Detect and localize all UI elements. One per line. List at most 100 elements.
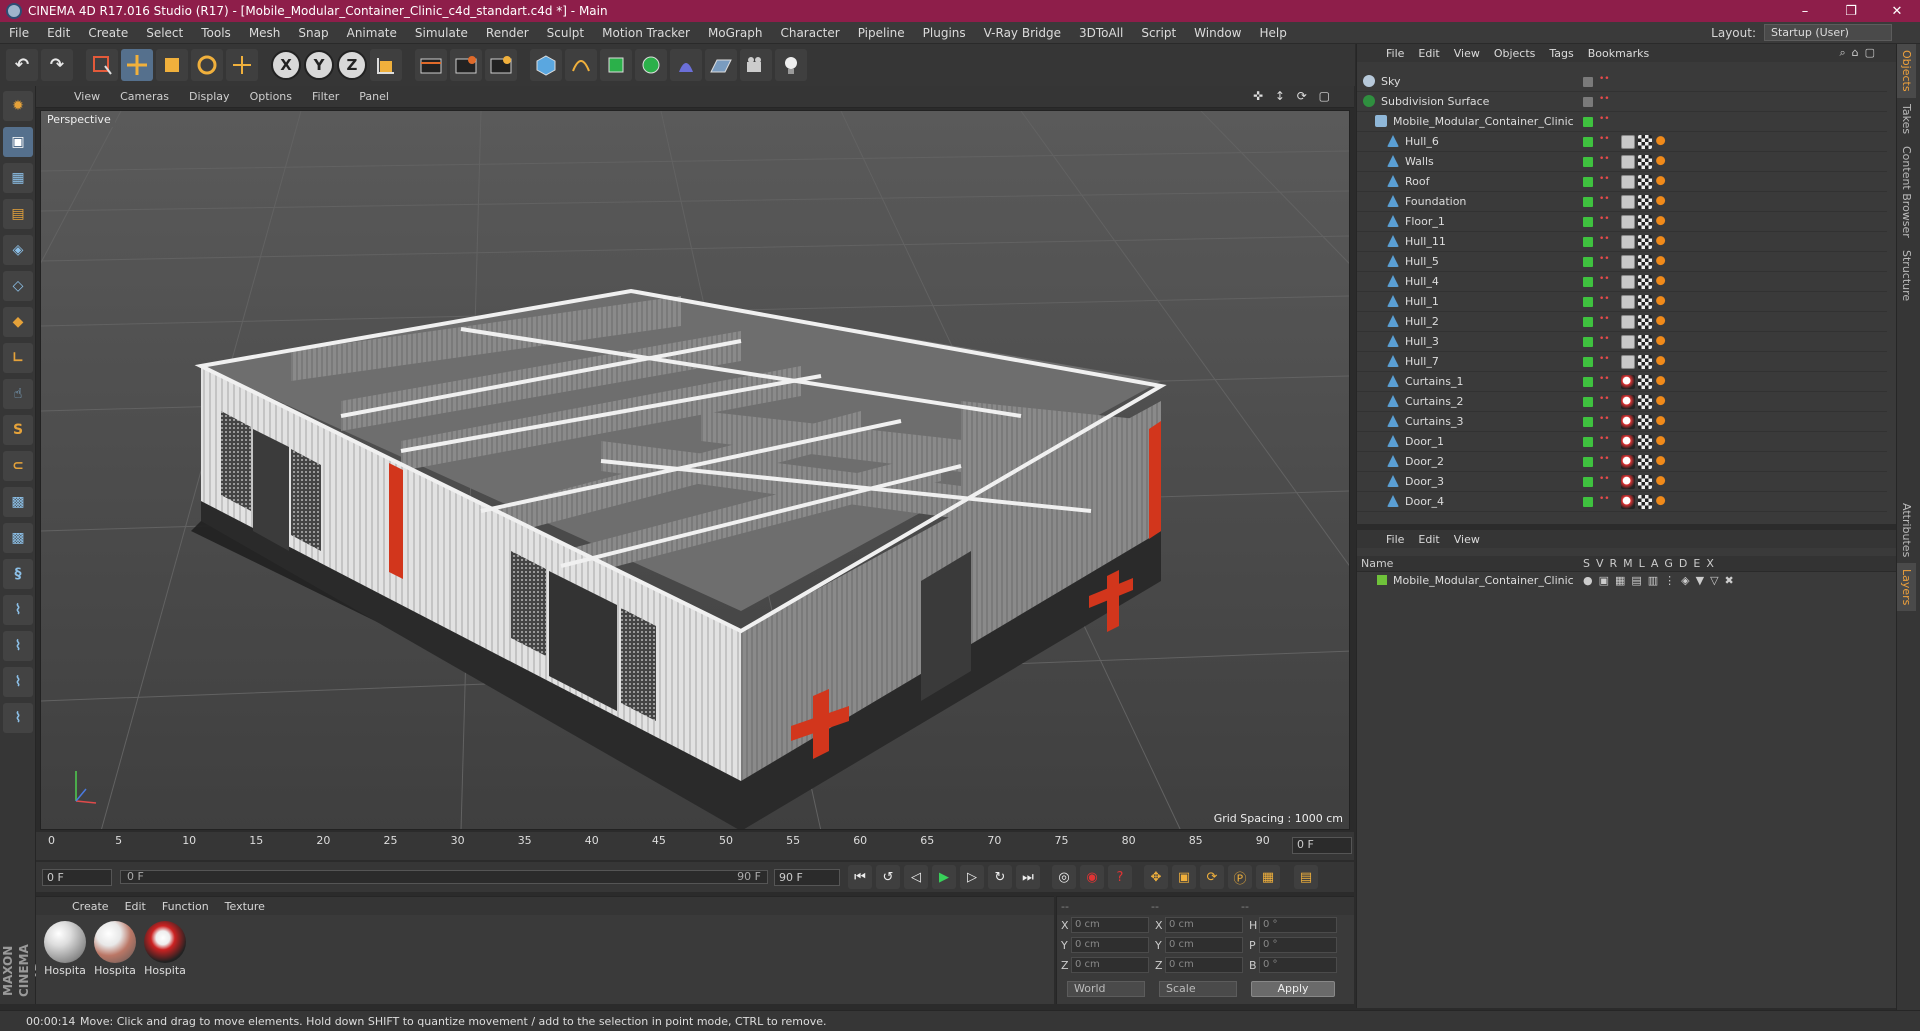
lm-menu-file[interactable]: File xyxy=(1379,533,1411,546)
visibility-dots-icon[interactable]: •• xyxy=(1599,454,1610,467)
floor-environment-icon[interactable] xyxy=(705,49,737,81)
menu-snap[interactable]: Snap xyxy=(289,26,337,40)
lm-menu-view[interactable]: View xyxy=(1447,533,1487,546)
viewport-navigation-icons[interactable]: ✜ ↕ ⟳ ▢ xyxy=(1253,89,1334,103)
object-row[interactable]: Subdivision Surface •• xyxy=(1357,92,1887,112)
material-tag-icon[interactable] xyxy=(1655,274,1669,289)
object-row[interactable]: Sky •• xyxy=(1357,72,1887,92)
layer-color-icon[interactable] xyxy=(1583,156,1593,167)
maximize-button[interactable]: ❐ xyxy=(1828,4,1874,19)
object-row[interactable]: Floor_1 •• xyxy=(1357,212,1887,232)
magnet-icon[interactable]: ⊂ xyxy=(3,451,33,481)
current-frame-field[interactable]: 0 F xyxy=(1292,837,1352,854)
material-tag-icon[interactable] xyxy=(1638,334,1652,349)
visibility-dots-icon[interactable]: •• xyxy=(1599,254,1610,267)
menu-pipeline[interactable]: Pipeline xyxy=(849,26,914,40)
visibility-dots-icon[interactable]: •• xyxy=(1599,194,1610,207)
material-tag-icon[interactable] xyxy=(1621,134,1635,149)
rotate-tool-icon[interactable] xyxy=(191,49,223,81)
object-row[interactable]: Door_2 •• xyxy=(1357,452,1887,472)
viewport-menu-panel[interactable]: Panel xyxy=(349,90,399,103)
snapping-icon[interactable]: S xyxy=(3,415,33,445)
material-tag-icon[interactable] xyxy=(1655,434,1669,449)
previous-key-icon[interactable]: ↺ xyxy=(876,865,900,889)
visibility-dots-icon[interactable]: •• xyxy=(1599,414,1610,427)
menu-create[interactable]: Create xyxy=(79,26,137,40)
material-tag-icon[interactable] xyxy=(1655,194,1669,209)
material-menu-function[interactable]: Function xyxy=(154,900,217,913)
object-row[interactable]: Mobile_Modular_Container_Clinic •• xyxy=(1357,112,1887,132)
layer-color-icon[interactable] xyxy=(1583,216,1593,227)
object-row[interactable]: Door_3 •• xyxy=(1357,472,1887,492)
paint-brush-icon[interactable]: ⌇ xyxy=(3,667,33,697)
viewport-menu-cameras[interactable]: Cameras xyxy=(110,90,179,103)
visibility-dots-icon[interactable]: •• xyxy=(1599,114,1610,127)
visibility-dots-icon[interactable]: •• xyxy=(1599,374,1610,387)
make-editable-icon[interactable]: ✹ xyxy=(3,91,33,121)
visibility-dots-icon[interactable]: •• xyxy=(1599,434,1610,447)
previous-frame-icon[interactable]: ◁ xyxy=(904,865,928,889)
smooth-brush-icon[interactable]: ⌇ xyxy=(3,703,33,733)
recent-tool-icon[interactable] xyxy=(226,49,258,81)
material-tag-icon[interactable] xyxy=(1621,454,1635,469)
material-tag-icon[interactable] xyxy=(1621,334,1635,349)
hair-brush-icon[interactable]: ⌇ xyxy=(3,631,33,661)
camera-icon[interactable] xyxy=(740,49,772,81)
material-tag-icon[interactable] xyxy=(1655,214,1669,229)
material-tag-icon[interactable] xyxy=(1621,494,1635,509)
visibility-dots-icon[interactable]: •• xyxy=(1599,314,1610,327)
material-menu-edit[interactable]: Edit xyxy=(117,900,154,913)
material-tag-icon[interactable] xyxy=(1638,194,1652,209)
y-axis-lock-button[interactable]: Y xyxy=(304,50,334,80)
material-tag-icon[interactable] xyxy=(1655,454,1669,469)
start-frame-field[interactable]: 0 F xyxy=(42,868,112,886)
rotation-b-field[interactable]: 0 ° xyxy=(1259,957,1337,973)
material-tag-icon[interactable] xyxy=(1638,134,1652,149)
play-forward-icon[interactable]: ▶ xyxy=(932,865,956,889)
material-tag-icon[interactable] xyxy=(1621,154,1635,169)
material-tag-icon[interactable] xyxy=(1621,294,1635,309)
material-tag-icon[interactable] xyxy=(1655,154,1669,169)
object-row[interactable]: Hull_4 •• xyxy=(1357,272,1887,292)
menu-file[interactable]: File xyxy=(0,26,38,40)
om-menu-view[interactable]: View xyxy=(1447,47,1487,60)
menu-window[interactable]: Window xyxy=(1185,26,1250,40)
layer-color-icon[interactable] xyxy=(1583,416,1593,427)
object-row[interactable]: Curtains_1 •• xyxy=(1357,372,1887,392)
frame-range-slider[interactable]: 0 F 90 F xyxy=(120,870,768,884)
menu-plugins[interactable]: Plugins xyxy=(914,26,975,40)
points-mode-icon[interactable]: ◈ xyxy=(3,235,33,265)
om-menu-objects[interactable]: Objects xyxy=(1487,47,1543,60)
visibility-dots-icon[interactable]: •• xyxy=(1599,474,1610,487)
layer-color-icon[interactable] xyxy=(1583,356,1593,367)
layer-color-icon[interactable] xyxy=(1583,336,1593,347)
size-y-field[interactable]: 0 cm xyxy=(1165,937,1243,953)
python-icon[interactable]: § xyxy=(3,559,33,589)
x-axis-lock-button[interactable]: X xyxy=(271,50,301,80)
layer-color-icon[interactable] xyxy=(1583,276,1593,287)
polygons-mode-icon[interactable]: ◆ xyxy=(3,307,33,337)
deformer-icon[interactable] xyxy=(670,49,702,81)
visibility-dots-icon[interactable]: •• xyxy=(1599,214,1610,227)
material-tag-icon[interactable] xyxy=(1638,214,1652,229)
om-menu-edit[interactable]: Edit xyxy=(1411,47,1446,60)
menu-tools[interactable]: Tools xyxy=(192,26,240,40)
menu-motion-tracker[interactable]: Motion Tracker xyxy=(593,26,699,40)
menu-vray-bridge[interactable]: V-Ray Bridge xyxy=(975,26,1070,40)
layout-dropdown[interactable]: Startup (User) xyxy=(1764,24,1892,41)
material-tag-icon[interactable] xyxy=(1655,294,1669,309)
material-swatch[interactable]: Hospita xyxy=(142,921,188,977)
layer-color-icon[interactable] xyxy=(1583,76,1593,87)
material-tag-icon[interactable] xyxy=(1638,274,1652,289)
material-tag-icon[interactable] xyxy=(1638,174,1652,189)
object-row[interactable]: Hull_3 •• xyxy=(1357,332,1887,352)
size-x-field[interactable]: 0 cm xyxy=(1165,917,1243,933)
axis-mode-icon[interactable]: ∟ xyxy=(3,343,33,373)
mograph-cloner-icon[interactable] xyxy=(635,49,667,81)
grid-icon[interactable]: ▩ xyxy=(3,523,33,553)
viewport-menu-options[interactable]: Options xyxy=(240,90,302,103)
menu-select[interactable]: Select xyxy=(137,26,192,40)
layer-color-icon[interactable] xyxy=(1583,196,1593,207)
menu-simulate[interactable]: Simulate xyxy=(406,26,477,40)
layer-color-icon[interactable] xyxy=(1583,236,1593,247)
